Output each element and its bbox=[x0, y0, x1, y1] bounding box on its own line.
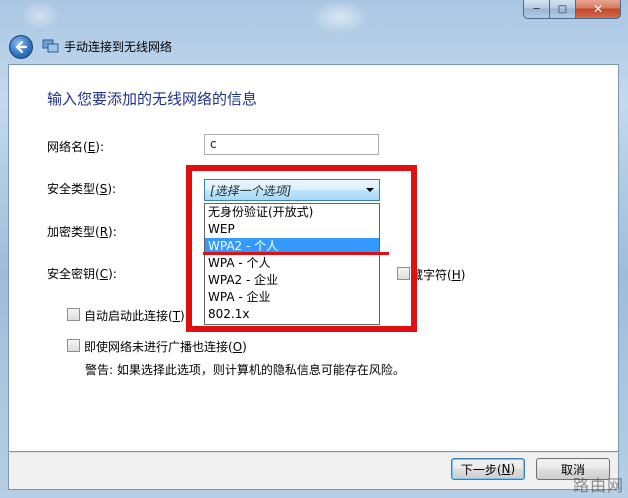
access-key: N bbox=[501, 462, 511, 476]
dialog-footer bbox=[8, 452, 619, 490]
access-key: R bbox=[99, 225, 109, 239]
label-text: ) bbox=[242, 340, 247, 354]
desktop-icon-blur bbox=[20, 0, 60, 30]
access-key: C bbox=[99, 267, 109, 281]
label-text: ): bbox=[108, 225, 117, 239]
label-text: ) bbox=[460, 268, 466, 282]
watermark: 路由网 bbox=[572, 476, 624, 495]
maximize-button[interactable]: □ bbox=[550, 0, 576, 19]
label-text: 网络名( bbox=[47, 140, 88, 154]
close-button[interactable]: ✕ bbox=[576, 0, 621, 19]
label-text: 即使网络未进行广播也连接( bbox=[84, 340, 233, 354]
hide-characters-label: 藏字符(H) bbox=[411, 266, 465, 283]
label-text: 安全密钥( bbox=[47, 267, 100, 281]
back-button[interactable] bbox=[9, 35, 33, 59]
window-title: 手动连接到无线网络 bbox=[64, 40, 173, 54]
close-icon: ✕ bbox=[592, 2, 604, 16]
network-name-label: 网络名(E): bbox=[47, 138, 104, 155]
network-name-input[interactable]: c bbox=[204, 134, 379, 155]
access-key: H bbox=[451, 268, 461, 282]
back-arrow-icon bbox=[15, 40, 28, 54]
network-icon bbox=[42, 39, 59, 53]
encryption-type-label: 加密类型(R): bbox=[47, 223, 117, 240]
annotation-underline bbox=[203, 252, 389, 255]
annotation-highlight-box bbox=[186, 165, 417, 332]
button-text: ) bbox=[510, 462, 516, 476]
access-key: O bbox=[232, 340, 243, 354]
label-text: 安全类型( bbox=[47, 182, 100, 196]
desktop-icon-blur bbox=[310, 0, 370, 34]
label-text: 自动启动此连接( bbox=[84, 309, 173, 323]
auto-start-label: 自动启动此连接(T) bbox=[84, 307, 185, 324]
label-text: ): bbox=[95, 140, 105, 154]
connect-hidden-label: 即使网络未进行广播也连接(O) bbox=[84, 338, 247, 355]
security-key-label: 安全密钥(C): bbox=[47, 265, 117, 282]
minimize-button[interactable]: ─ bbox=[523, 0, 550, 19]
label-text: 加密类型( bbox=[47, 225, 100, 239]
button-text: 下一步( bbox=[460, 462, 502, 477]
minimize-icon: ─ bbox=[533, 3, 540, 15]
auto-start-checkbox[interactable] bbox=[67, 308, 80, 321]
maximize-icon: □ bbox=[557, 3, 568, 15]
connect-hidden-checkbox[interactable] bbox=[67, 339, 80, 352]
label-text: ) bbox=[180, 309, 185, 323]
label-text: ): bbox=[107, 182, 117, 196]
security-type-label: 安全类型(S): bbox=[47, 180, 116, 197]
page-heading: 输入您要添加的无线网络的信息 bbox=[47, 90, 258, 108]
privacy-warning: 警告: 如果选择此选项，则计算机的隐私信息可能存在风险。 bbox=[85, 363, 405, 377]
caption-buttons: ─ □ ✕ bbox=[523, 0, 621, 19]
access-key: T bbox=[172, 309, 181, 323]
next-button[interactable]: 下一步(N) bbox=[451, 458, 525, 480]
label-text: 藏字符( bbox=[411, 268, 452, 282]
label-text: ): bbox=[108, 267, 117, 281]
